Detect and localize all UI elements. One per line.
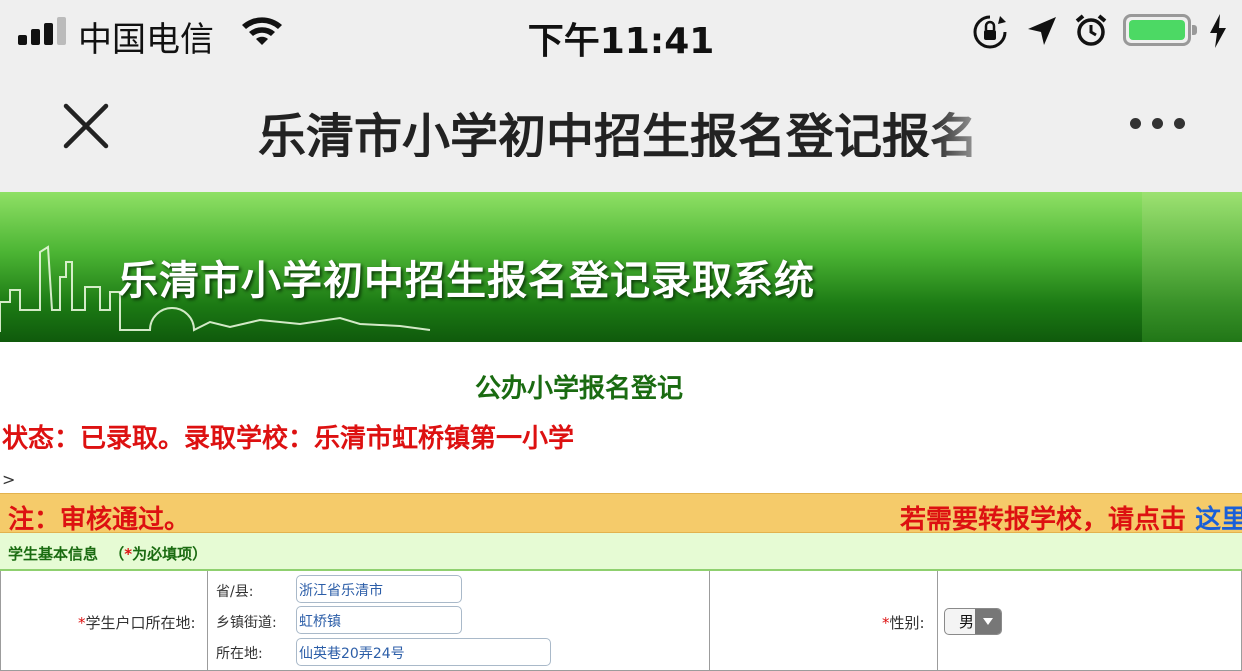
review-note: 注：审核通过。	[8, 505, 191, 535]
page-title: 乐清市小学初中招生报名登记报名	[258, 109, 979, 157]
caret-text: >	[2, 470, 16, 489]
gender-label-text: 性别:	[889, 614, 925, 632]
alarm-icon	[1075, 14, 1107, 46]
title-fade	[930, 92, 1010, 162]
hukou-label-text: 学生户口所在地:	[85, 614, 196, 632]
province-label: 省/县:	[216, 584, 254, 600]
location-arrow-icon	[1028, 17, 1056, 45]
required-star: *	[882, 614, 890, 632]
transfer-link[interactable]: 这里	[1195, 505, 1242, 535]
close-icon[interactable]	[60, 100, 112, 152]
hukou-label: *学生户口所在地:	[78, 612, 196, 633]
gender-select[interactable]: 男	[944, 608, 1002, 635]
admission-status: 状态：已录取。录取学校：乐清市虹桥镇第一小学	[2, 424, 575, 454]
banner-edge	[1142, 192, 1242, 342]
form-heading: 公办小学报名登记	[474, 374, 683, 404]
address-field[interactable]: 仙英巷20弄24号	[296, 638, 551, 666]
banner-title: 乐清市小学初中招生报名登记录取系统	[118, 258, 815, 304]
gender-value: 男	[959, 613, 975, 631]
required-note: 为必填项）	[132, 545, 208, 563]
required-note-open: （	[109, 545, 125, 563]
town-field[interactable]: 虹桥镇	[296, 606, 462, 634]
battery-icon	[1123, 14, 1197, 46]
required-star: *	[124, 545, 133, 563]
gender-label: *性别:	[882, 612, 925, 633]
required-star: *	[78, 614, 86, 632]
section-title: 学生基本信息 （*为必填项）	[8, 543, 207, 564]
charging-icon	[1210, 14, 1226, 48]
transfer-note: 若需要转报学校，请点击 这里	[900, 499, 1242, 536]
section-label-text: 学生基本信息	[8, 545, 99, 563]
more-icon[interactable]	[1130, 118, 1190, 132]
transfer-note-text: 若需要转报学校，请点击	[900, 505, 1187, 535]
chevron-down-icon	[975, 609, 1001, 634]
province-field[interactable]: 浙江省乐清市	[296, 575, 462, 603]
rotation-lock-icon	[973, 15, 1007, 49]
town-label: 乡镇街道:	[216, 615, 277, 631]
address-label: 所在地:	[216, 646, 263, 662]
